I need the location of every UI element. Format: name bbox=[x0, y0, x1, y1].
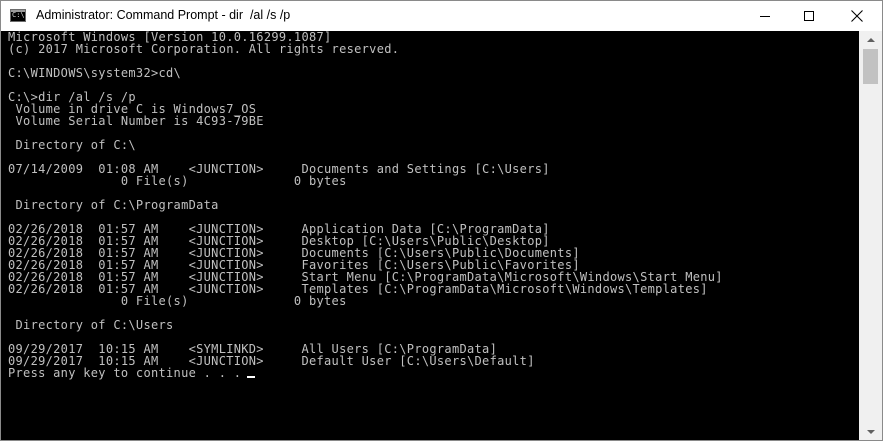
maximize-icon bbox=[804, 11, 814, 21]
scroll-up-button[interactable] bbox=[859, 31, 882, 48]
cmd-icon[interactable]: C:\ bbox=[10, 9, 26, 22]
title-bar[interactable]: C:\ Administrator: Command Prompt - dir … bbox=[1, 1, 882, 31]
window-title: Administrator: Command Prompt - dir /al … bbox=[36, 8, 291, 22]
console-output-area[interactable]: Microsoft Windows [Version 10.0.16299.10… bbox=[1, 31, 859, 440]
console-line: 0 File(s) 0 bytes bbox=[8, 294, 347, 308]
scroll-thumb[interactable] bbox=[863, 49, 878, 84]
console-text: Microsoft Windows [Version 10.0.16299.10… bbox=[8, 31, 723, 379]
vertical-scrollbar[interactable] bbox=[859, 31, 882, 440]
scroll-up-arrow-icon bbox=[866, 37, 875, 42]
console-line: C:\WINDOWS\system32>cd\ bbox=[8, 66, 182, 80]
close-icon bbox=[851, 10, 863, 22]
console-line: (c) 2017 Microsoft Corporation. All righ… bbox=[8, 42, 400, 56]
maximize-button[interactable] bbox=[787, 1, 832, 31]
console-line: Directory of C:\Users bbox=[8, 318, 174, 332]
command-prompt-window: C:\ Administrator: Command Prompt - dir … bbox=[0, 0, 883, 441]
minimize-icon bbox=[760, 16, 770, 17]
cmd-icon-text: C:\ bbox=[12, 11, 25, 19]
console-line: Press any key to continue . . . bbox=[8, 367, 723, 379]
console-line-text: Press any key to continue . . . bbox=[8, 366, 242, 380]
minimize-button[interactable] bbox=[742, 1, 787, 31]
text-cursor bbox=[247, 376, 256, 378]
console-line: 0 File(s) 0 bytes bbox=[8, 174, 347, 188]
console-line: Volume Serial Number is 4C93-79BE bbox=[8, 114, 264, 128]
scroll-down-button[interactable] bbox=[859, 423, 882, 440]
close-button[interactable] bbox=[832, 1, 882, 31]
console-line: Directory of C:\ProgramData bbox=[8, 198, 219, 212]
console-line: Directory of C:\ bbox=[8, 138, 136, 152]
scroll-down-arrow-icon bbox=[866, 429, 875, 434]
